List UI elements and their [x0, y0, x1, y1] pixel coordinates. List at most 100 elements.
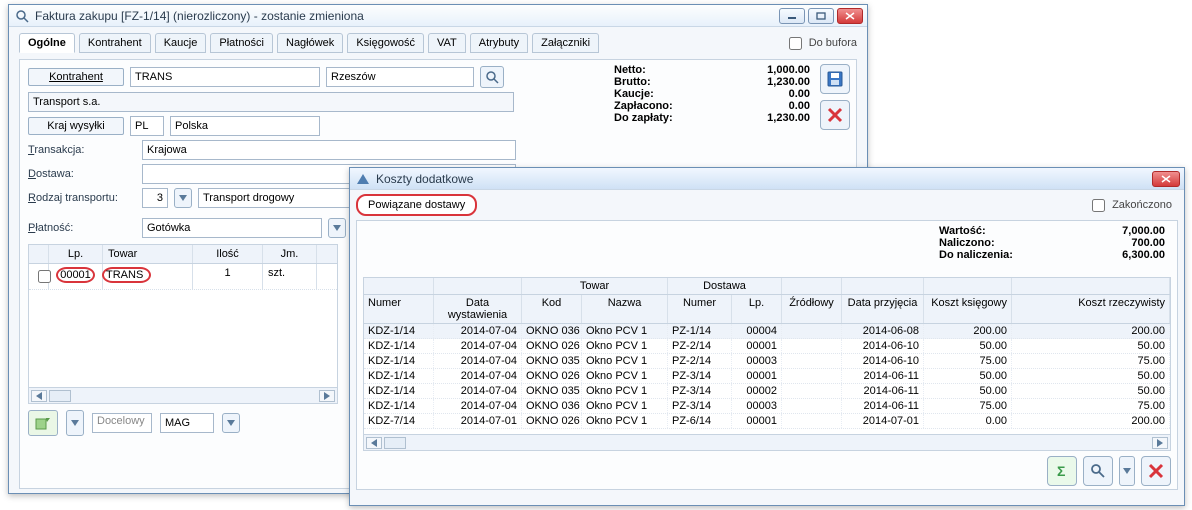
- scroll-thumb[interactable]: [384, 437, 406, 449]
- col-numer[interactable]: Numer: [364, 295, 434, 323]
- cell-numer: KDZ-1/14: [364, 399, 434, 413]
- items-grid[interactable]: Lp. Towar Ilość Jm. 00001: [28, 244, 338, 404]
- cell-numer: KDZ-1/14: [364, 369, 434, 383]
- cell-zr: [782, 399, 842, 413]
- costs-cancel-button[interactable]: [1141, 456, 1171, 486]
- preview-button[interactable]: [1083, 456, 1113, 486]
- cell-dw: 2014-07-04: [434, 384, 522, 398]
- costs-hscroll[interactable]: [364, 434, 1170, 450]
- confirm-dropdown[interactable]: [66, 410, 84, 436]
- save-button[interactable]: [820, 64, 850, 94]
- costs-row[interactable]: KDZ-1/142014-07-04OKNO 026Okno PCV 1PZ-3…: [364, 369, 1170, 384]
- col-ilosc[interactable]: Ilość: [193, 245, 263, 263]
- cell-krz: 75.00: [1012, 354, 1170, 368]
- rodzaj-dropdown[interactable]: [174, 188, 192, 208]
- cell-nazwa: Okno PCV 1: [582, 384, 668, 398]
- zakonczono-checkbox[interactable]: [1092, 199, 1105, 212]
- kontrahent-city-input[interactable]: [326, 67, 474, 87]
- kraj-name-input[interactable]: [170, 116, 320, 136]
- tab-atrybuty[interactable]: Atrybuty: [470, 33, 528, 53]
- col-lp[interactable]: Lp.: [49, 245, 103, 263]
- transakcja-input[interactable]: [142, 140, 516, 160]
- tab-vat[interactable]: VAT: [428, 33, 466, 53]
- cell-lp: 00003: [732, 399, 782, 413]
- dostawa-label: Dostawa:: [28, 168, 136, 180]
- costs-row[interactable]: KDZ-1/142014-07-04OKNO 026Okno PCV 1PZ-2…: [364, 339, 1170, 354]
- scroll-left-icon[interactable]: [31, 390, 47, 402]
- costs-row[interactable]: KDZ-1/142014-07-04OKNO 035Okno PCV 1PZ-2…: [364, 354, 1170, 369]
- col-d-numer[interactable]: Numer: [668, 295, 732, 323]
- brutto-label: Brutto:: [614, 76, 651, 88]
- cell-dnum: PZ-6/14: [668, 414, 732, 428]
- kontrahent-lookup-button[interactable]: [480, 66, 504, 88]
- col-towar[interactable]: Towar: [103, 245, 193, 263]
- scroll-right-icon[interactable]: [319, 390, 335, 402]
- tab-kontrahent[interactable]: Kontrahent: [79, 33, 151, 53]
- scroll-left-icon[interactable]: [366, 437, 382, 449]
- col-nazwa[interactable]: Nazwa: [582, 295, 668, 323]
- costs-close-button[interactable]: [1152, 171, 1180, 187]
- costs-row[interactable]: KDZ-1/142014-07-04OKNO 035Okno PCV 1PZ-3…: [364, 384, 1170, 399]
- costs-row[interactable]: KDZ-1/142014-07-04OKNO 036Okno PCV 1PZ-3…: [364, 399, 1170, 414]
- col-kod[interactable]: Kod: [522, 295, 582, 323]
- cell-kod: OKNO 035: [522, 384, 582, 398]
- tab-ksiegowosc[interactable]: Księgowość: [347, 33, 424, 53]
- kraj-button[interactable]: Kraj wysyłki: [28, 117, 124, 135]
- rodzaj-num-input[interactable]: [142, 188, 168, 208]
- tab-zalaczniki[interactable]: Załączniki: [532, 33, 599, 53]
- kontrahent-button[interactable]: Kontrahent: [28, 68, 124, 86]
- row-lp: 00001: [60, 269, 91, 281]
- platnosc-dropdown[interactable]: [328, 218, 346, 238]
- cell-lp: 00003: [732, 354, 782, 368]
- costs-titlebar[interactable]: Koszty dodatkowe: [350, 168, 1184, 190]
- mag-input[interactable]: [160, 413, 214, 433]
- col-data-wyst[interactable]: Data wystawienia: [434, 295, 522, 323]
- cell-zr: [782, 324, 842, 338]
- col-data-przyj[interactable]: Data przyjęcia: [842, 295, 924, 323]
- cell-kod: OKNO 035: [522, 354, 582, 368]
- rodzaj-name-input[interactable]: [198, 188, 358, 208]
- cell-kks: 50.00: [924, 339, 1012, 353]
- cell-kks: 50.00: [924, 369, 1012, 383]
- costs-row[interactable]: KDZ-1/142014-07-04OKNO 036Okno PCV 1PZ-1…: [364, 324, 1170, 339]
- netto-label: Netto:: [614, 64, 646, 76]
- cancel-button[interactable]: [820, 100, 850, 130]
- costs-grid[interactable]: Towar Dostawa Numer Data wystawienia Kod…: [363, 277, 1171, 451]
- kraj-code-input[interactable]: [130, 116, 164, 136]
- table-row[interactable]: 00001 TRANS 1 szt.: [29, 264, 337, 290]
- tab-powiazane-dostawy[interactable]: Powiązane dostawy: [356, 194, 477, 216]
- cell-kod: OKNO 036: [522, 324, 582, 338]
- preview-dropdown[interactable]: [1119, 456, 1135, 486]
- sum-button[interactable]: Σ: [1047, 456, 1077, 486]
- col-koszt-ks[interactable]: Koszt księgowy: [924, 295, 1012, 323]
- tab-ogolne[interactable]: Ogólne: [19, 33, 75, 53]
- col-zrodlowy[interactable]: Źródłowy: [782, 295, 842, 323]
- confirm-button[interactable]: [28, 410, 58, 436]
- donal-label: Do naliczenia:: [939, 249, 1013, 261]
- invoice-titlebar[interactable]: Faktura zakupu [FZ-1/14] (nierozliczony)…: [9, 5, 867, 27]
- maximize-button[interactable]: [808, 8, 834, 24]
- do-bufora-checkbox[interactable]: [789, 37, 802, 50]
- scroll-right-icon[interactable]: [1152, 437, 1168, 449]
- cell-kks: 75.00: [924, 354, 1012, 368]
- costs-row[interactable]: KDZ-7/142014-07-01OKNO 026Okno PCV 1PZ-6…: [364, 414, 1170, 429]
- brutto-value: 1,230.00: [767, 76, 810, 88]
- tab-naglowek[interactable]: Nagłówek: [277, 33, 343, 53]
- tab-kaucje[interactable]: Kaucje: [155, 33, 207, 53]
- kontrahent-code-input[interactable]: [130, 67, 320, 87]
- tab-platnosci[interactable]: Płatności: [210, 33, 273, 53]
- scroll-thumb[interactable]: [49, 390, 71, 402]
- col-jm[interactable]: Jm.: [263, 245, 317, 263]
- mag-dropdown[interactable]: [222, 413, 240, 433]
- donal-value: 6,300.00: [1122, 249, 1165, 261]
- col-d-lp[interactable]: Lp.: [732, 295, 782, 323]
- platnosc-input[interactable]: [142, 218, 322, 238]
- netto-value: 1,000.00: [767, 64, 810, 76]
- cell-dnum: PZ-3/14: [668, 369, 732, 383]
- minimize-button[interactable]: [779, 8, 805, 24]
- close-button[interactable]: [837, 8, 863, 24]
- col-koszt-rz[interactable]: Koszt rzeczywisty: [1012, 295, 1170, 323]
- grid-hscroll[interactable]: [29, 387, 337, 403]
- cell-dp: 2014-06-11: [842, 399, 924, 413]
- cell-dnum: PZ-1/14: [668, 324, 732, 338]
